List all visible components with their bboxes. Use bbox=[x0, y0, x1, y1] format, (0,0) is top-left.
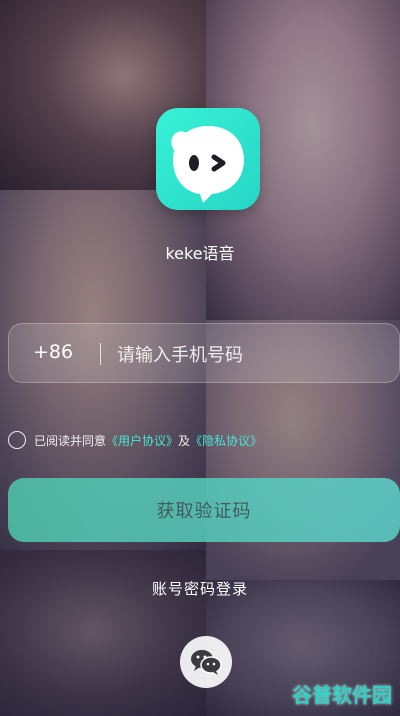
ghost-face-icon bbox=[171, 126, 244, 203]
wechat-login-button[interactable] bbox=[180, 636, 232, 688]
password-login-link[interactable]: 账号密码登录 bbox=[0, 578, 400, 599]
agreement-conjunction: 及 bbox=[178, 433, 191, 448]
phone-input[interactable] bbox=[115, 334, 389, 376]
app-logo-icon bbox=[156, 108, 260, 210]
user-agreement-link[interactable]: 《用户协议》 bbox=[106, 432, 178, 449]
watermark: 谷普软件园 bbox=[292, 683, 392, 707]
app-name: keke语音 bbox=[165, 244, 235, 263]
agreement-radio-icon[interactable] bbox=[8, 431, 26, 449]
country-code-selector[interactable]: +86 bbox=[33, 341, 73, 363]
phone-field[interactable]: +86 bbox=[8, 323, 400, 383]
privacy-policy-link[interactable]: 《隐私协议》 bbox=[190, 432, 262, 449]
divider bbox=[100, 343, 101, 365]
login-screen: keke语音 +86 已阅读并同意 《用户协议》 及 《隐私协议》 获取验证码 … bbox=[0, 0, 400, 716]
get-code-button[interactable]: 获取验证码 bbox=[8, 478, 400, 542]
agreement-prefix: 已阅读并同意 bbox=[34, 433, 107, 448]
agreement-row: 已阅读并同意 《用户协议》 及 《隐私协议》 bbox=[8, 429, 262, 451]
wechat-icon bbox=[191, 650, 222, 675]
